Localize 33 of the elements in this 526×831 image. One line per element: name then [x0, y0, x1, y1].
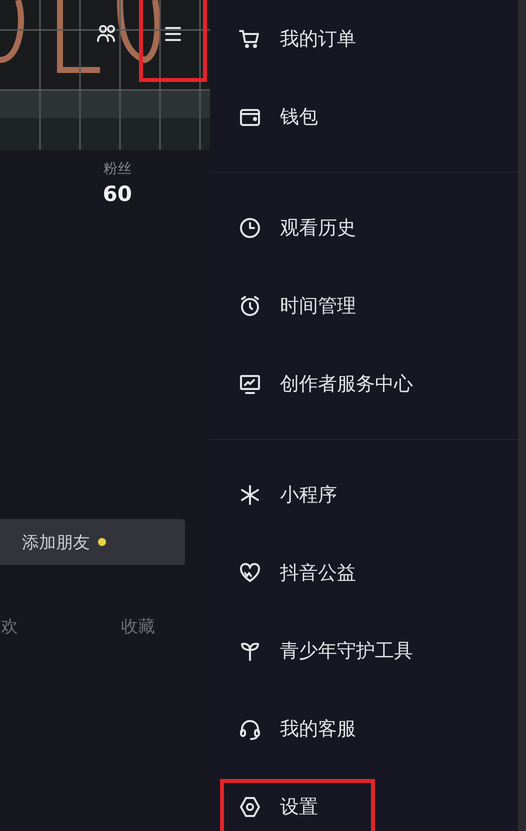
settings-icon: [238, 795, 262, 819]
menu-item-label: 创作者服务中心: [280, 372, 413, 397]
clock-icon: [238, 216, 262, 240]
monitor-chart-icon: [238, 372, 262, 396]
menu-item[interactable]: 设置: [210, 768, 518, 831]
menu-item-label: 时间管理: [280, 294, 356, 319]
menu-item[interactable]: 小程序: [210, 456, 518, 534]
menu-item[interactable]: 创作者服务中心: [210, 345, 518, 423]
menu-item-label: 抖音公益: [280, 561, 356, 586]
menu-item[interactable]: 我的客服: [210, 690, 518, 768]
heart-icon: [238, 561, 262, 585]
menu-item[interactable]: 时间管理: [210, 267, 518, 345]
menu-item-label: 设置: [280, 795, 318, 820]
alarm-clock-icon: [238, 294, 262, 318]
menu-item-label: 观看历史: [280, 216, 356, 241]
stat-value: 60: [102, 182, 132, 206]
add-friend-button[interactable]: 添加朋友: [0, 519, 185, 565]
menu-item-label: 小程序: [280, 483, 337, 508]
cart-icon: [238, 27, 262, 51]
profile-tab[interactable]: 欢: [1, 615, 18, 638]
menu-item[interactable]: 青少年守护工具: [210, 612, 518, 690]
profile-tab[interactable]: 收藏: [121, 615, 155, 638]
asterisk-icon: [238, 483, 262, 507]
menu-item-label: 钱包: [280, 105, 318, 130]
menu-item[interactable]: 观看历史: [210, 189, 518, 267]
menu-item[interactable]: 我的订单: [210, 0, 518, 78]
menu-item[interactable]: 钱包: [210, 78, 518, 156]
stat-label: 粉丝: [103, 160, 132, 178]
menu-item[interactable]: 抖音公益: [210, 534, 518, 612]
headset-icon: [238, 717, 262, 741]
menu-item-label: 我的客服: [280, 717, 356, 742]
menu-item-label: 青少年守护工具: [280, 639, 413, 664]
menu-item-label: 我的订单: [280, 27, 356, 52]
